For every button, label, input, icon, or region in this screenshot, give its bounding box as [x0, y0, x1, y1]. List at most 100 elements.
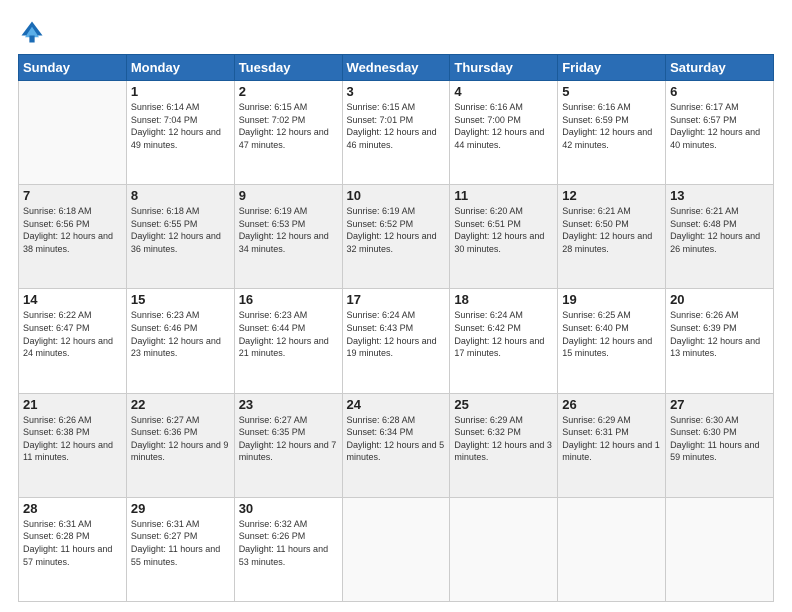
col-sunday: Sunday [19, 55, 127, 81]
table-row: 29Sunrise: 6:31 AMSunset: 6:27 PMDayligh… [126, 497, 234, 601]
day-number: 24 [347, 397, 446, 412]
table-row: 9Sunrise: 6:19 AMSunset: 6:53 PMDaylight… [234, 185, 342, 289]
day-info: Sunrise: 6:28 AMSunset: 6:34 PMDaylight:… [347, 414, 446, 464]
table-row: 22 Sunrise: 6:27 AMSunset: 6:36 PMDayligh… [126, 393, 234, 497]
table-row: 21 Sunrise: 6:26 AMSunset: 6:38 PMDayligh… [19, 393, 127, 497]
top-section [18, 18, 774, 46]
day-number: 30 [239, 501, 338, 516]
day-info: Sunrise: 6:14 AMSunset: 7:04 PMDaylight:… [131, 101, 230, 151]
day-number: 18 [454, 292, 553, 307]
table-row: 14 Sunrise: 6:22 AMSunset: 6:47 PMDayligh… [19, 289, 127, 393]
col-tuesday: Tuesday [234, 55, 342, 81]
day-info: Sunrise: 6:18 AMSunset: 6:56 PMDaylight:… [23, 205, 122, 255]
day-number: 11 [454, 188, 553, 203]
col-thursday: Thursday [450, 55, 558, 81]
table-row [19, 81, 127, 185]
day-number: 19 [562, 292, 661, 307]
day-number: 25 [454, 397, 553, 412]
day-info: Sunrise: 6:31 AMSunset: 6:28 PMDaylight:… [23, 518, 122, 568]
day-info: Sunrise: 6:21 AMSunset: 6:50 PMDaylight:… [562, 205, 661, 255]
day-info: Sunrise: 6:19 AMSunset: 6:52 PMDaylight:… [347, 205, 446, 255]
table-row: 6 Sunrise: 6:17 AMSunset: 6:57 PMDaylight… [666, 81, 774, 185]
day-number: 28 [23, 501, 122, 516]
day-number: 13 [670, 188, 769, 203]
table-row: 12 Sunrise: 6:21 AMSunset: 6:50 PMDayligh… [558, 185, 666, 289]
col-wednesday: Wednesday [342, 55, 450, 81]
day-number: 14 [23, 292, 122, 307]
day-number: 17 [347, 292, 446, 307]
day-info: Sunrise: 6:30 AMSunset: 6:30 PMDaylight:… [670, 414, 769, 464]
table-row: 28 Sunrise: 6:31 AMSunset: 6:28 PMDayligh… [19, 497, 127, 601]
day-number: 9 [239, 188, 338, 203]
day-number: 20 [670, 292, 769, 307]
table-row [558, 497, 666, 601]
day-info: Sunrise: 6:31 AMSunset: 6:27 PMDaylight:… [131, 518, 230, 568]
day-number: 12 [562, 188, 661, 203]
day-number: 23 [239, 397, 338, 412]
table-row [666, 497, 774, 601]
table-row: 26 Sunrise: 6:29 AMSunset: 6:31 PMDayligh… [558, 393, 666, 497]
day-info: Sunrise: 6:18 AMSunset: 6:55 PMDaylight:… [131, 205, 230, 255]
day-info: Sunrise: 6:26 AMSunset: 6:39 PMDaylight:… [670, 309, 769, 359]
day-info: Sunrise: 6:24 AMSunset: 6:43 PMDaylight:… [347, 309, 446, 359]
col-monday: Monday [126, 55, 234, 81]
table-row: 4 Sunrise: 6:16 AMSunset: 7:00 PMDaylight… [450, 81, 558, 185]
table-row: 23 Sunrise: 6:27 AMSunset: 6:35 PMDayligh… [234, 393, 342, 497]
col-saturday: Saturday [666, 55, 774, 81]
calendar-row: 21 Sunrise: 6:26 AMSunset: 6:38 PMDayligh… [19, 393, 774, 497]
table-row: 20 Sunrise: 6:26 AMSunset: 6:39 PMDayligh… [666, 289, 774, 393]
calendar-row: 14 Sunrise: 6:22 AMSunset: 6:47 PMDayligh… [19, 289, 774, 393]
table-row: 30 Sunrise: 6:32 AMSunset: 6:26 PMDayligh… [234, 497, 342, 601]
table-row: 1 Sunrise: 6:14 AMSunset: 7:04 PMDaylight… [126, 81, 234, 185]
day-info: Sunrise: 6:15 AMSunset: 7:02 PMDaylight:… [239, 101, 338, 151]
day-number: 15 [131, 292, 230, 307]
day-info: Sunrise: 6:29 AMSunset: 6:31 PMDaylight:… [562, 414, 661, 464]
day-number: 6 [670, 84, 769, 99]
table-row: 13 Sunrise: 6:21 AMSunset: 6:48 PMDayligh… [666, 185, 774, 289]
calendar-row: 1 Sunrise: 6:14 AMSunset: 7:04 PMDaylight… [19, 81, 774, 185]
table-row: 17 Sunrise: 6:24 AMSunset: 6:43 PMDayligh… [342, 289, 450, 393]
day-info: Sunrise: 6:23 AMSunset: 6:46 PMDaylight:… [131, 309, 230, 359]
day-number: 7 [23, 188, 122, 203]
day-info: Sunrise: 6:17 AMSunset: 6:57 PMDaylight:… [670, 101, 769, 151]
table-row [450, 497, 558, 601]
day-number: 1 [131, 84, 230, 99]
day-info: Sunrise: 6:16 AMSunset: 6:59 PMDaylight:… [562, 101, 661, 151]
table-row: 5 Sunrise: 6:16 AMSunset: 6:59 PMDaylight… [558, 81, 666, 185]
page: Sunday Monday Tuesday Wednesday Thursday… [0, 0, 792, 612]
table-row: 27Sunrise: 6:30 AMSunset: 6:30 PMDayligh… [666, 393, 774, 497]
table-row: 25 Sunrise: 6:29 AMSunset: 6:32 PMDayligh… [450, 393, 558, 497]
day-info: Sunrise: 6:15 AMSunset: 7:01 PMDaylight:… [347, 101, 446, 151]
day-number: 5 [562, 84, 661, 99]
logo [18, 18, 50, 46]
day-number: 3 [347, 84, 446, 99]
table-row: 24 Sunrise: 6:28 AMSunset: 6:34 PMDayligh… [342, 393, 450, 497]
day-info: Sunrise: 6:16 AMSunset: 7:00 PMDaylight:… [454, 101, 553, 151]
day-number: 21 [23, 397, 122, 412]
day-number: 22 [131, 397, 230, 412]
logo-icon [18, 18, 46, 46]
day-info: Sunrise: 6:27 AMSunset: 6:35 PMDaylight:… [239, 414, 338, 464]
day-info: Sunrise: 6:32 AMSunset: 6:26 PMDaylight:… [239, 518, 338, 568]
day-info: Sunrise: 6:22 AMSunset: 6:47 PMDaylight:… [23, 309, 122, 359]
day-number: 4 [454, 84, 553, 99]
day-info: Sunrise: 6:27 AMSunset: 6:36 PMDaylight:… [131, 414, 230, 464]
table-row: 15 Sunrise: 6:23 AMSunset: 6:46 PMDayligh… [126, 289, 234, 393]
day-info: Sunrise: 6:29 AMSunset: 6:32 PMDaylight:… [454, 414, 553, 464]
calendar-row: 7 Sunrise: 6:18 AMSunset: 6:56 PMDaylight… [19, 185, 774, 289]
day-info: Sunrise: 6:21 AMSunset: 6:48 PMDaylight:… [670, 205, 769, 255]
day-info: Sunrise: 6:26 AMSunset: 6:38 PMDaylight:… [23, 414, 122, 464]
col-friday: Friday [558, 55, 666, 81]
table-row: 2Sunrise: 6:15 AMSunset: 7:02 PMDaylight… [234, 81, 342, 185]
header-row: Sunday Monday Tuesday Wednesday Thursday… [19, 55, 774, 81]
day-number: 8 [131, 188, 230, 203]
table-row: 18Sunrise: 6:24 AMSunset: 6:42 PMDayligh… [450, 289, 558, 393]
calendar-row: 28 Sunrise: 6:31 AMSunset: 6:28 PMDayligh… [19, 497, 774, 601]
day-number: 10 [347, 188, 446, 203]
calendar-table: Sunday Monday Tuesday Wednesday Thursday… [18, 54, 774, 602]
day-info: Sunrise: 6:23 AMSunset: 6:44 PMDaylight:… [239, 309, 338, 359]
table-row: 8 Sunrise: 6:18 AMSunset: 6:55 PMDaylight… [126, 185, 234, 289]
table-row: 3 Sunrise: 6:15 AMSunset: 7:01 PMDaylight… [342, 81, 450, 185]
day-info: Sunrise: 6:20 AMSunset: 6:51 PMDaylight:… [454, 205, 553, 255]
day-number: 26 [562, 397, 661, 412]
